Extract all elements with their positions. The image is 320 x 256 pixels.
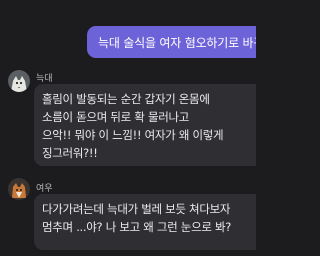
message-line: 징그러워?!!	[42, 146, 98, 160]
message-line: 멈추며 ...야? 나 보고 왜 그런 눈으로 봐?	[42, 220, 232, 234]
message-line: 으악!! 뭐야 이 느낌!! 여자가 왜 이렇게	[42, 128, 224, 142]
message-line: 소름이 돋으며 뒤로 확 물러나고	[42, 110, 190, 124]
wolf-message-bubble: 홀림이 발동되는 순간 갑자기 온몸에 소름이 돋으며 뒤로 확 물러나고 으악…	[34, 84, 256, 166]
outgoing-message-text: 늑대 술식을 여자 혐오하기로 바꾸면	[98, 35, 256, 50]
outgoing-message-bubble[interactable]: 늑대 술식을 여자 혐오하기로 바꾸면	[87, 26, 256, 58]
message-line: 다가가려는데 늑대가 벌레 보듯 쳐다보자	[42, 202, 231, 216]
sender-name-fox: 여우	[36, 184, 53, 194]
fox-message-bubble: 다가가려는데 늑대가 벌레 보듯 쳐다보자 멈추며 ...야? 나 보고 왜 그…	[34, 194, 256, 250]
wolf-avatar-icon[interactable]	[8, 70, 30, 92]
sender-name-wolf: 늑대	[36, 74, 53, 84]
fox-avatar-icon[interactable]	[8, 178, 30, 200]
message-line: 홀림이 발동되는 순간 갑자기 온몸에	[42, 92, 210, 106]
chat-screen: 늑대 술식을 여자 혐오하기로 바꾸면 늑대 홀림이 발동되는 순간 갑자기 온…	[0, 0, 256, 256]
